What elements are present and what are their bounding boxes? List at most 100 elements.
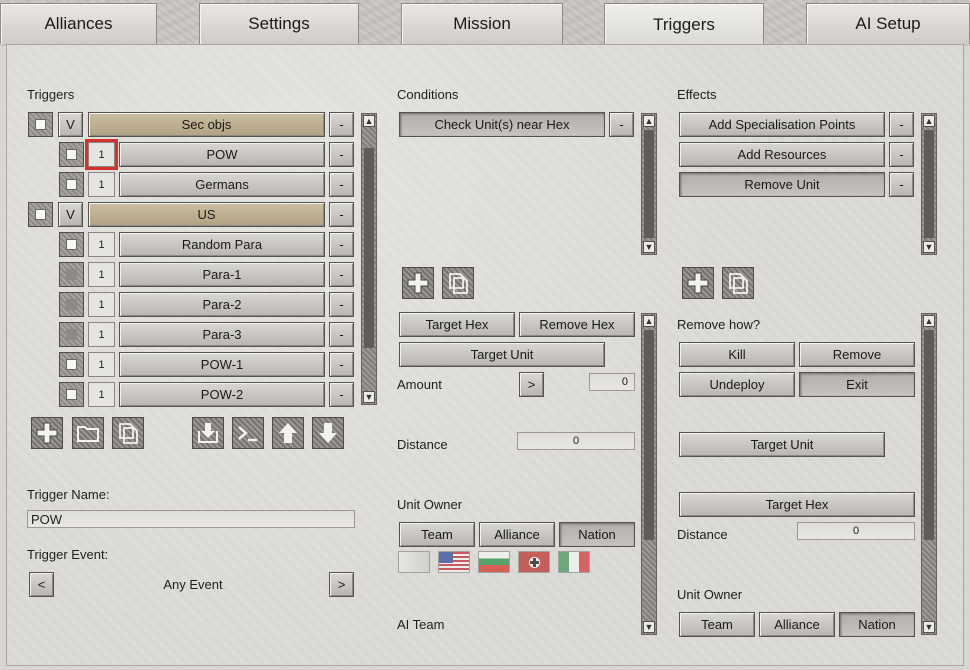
trigger-checkbox[interactable]	[59, 292, 84, 317]
tab-settings[interactable]: Settings	[199, 3, 359, 44]
effect-item[interactable]: Add Resources	[679, 142, 885, 167]
flag-germany-icon[interactable]	[518, 551, 550, 573]
condition-item[interactable]: Check Unit(s) near Hex	[399, 112, 605, 137]
flag-usa-icon[interactable]	[438, 551, 470, 573]
script-trigger-button[interactable]	[232, 417, 264, 449]
trigger-count[interactable]: 1	[88, 262, 115, 287]
effect-item[interactable]: Remove Unit	[679, 172, 885, 197]
trigger-count[interactable]: 1	[88, 352, 115, 377]
remove-hex-button[interactable]: Remove Hex	[519, 312, 635, 337]
effect-target-unit-button[interactable]: Target Unit	[679, 432, 885, 457]
trigger-checkbox[interactable]	[59, 352, 84, 377]
effect-owner-nation-button[interactable]: Nation	[839, 612, 915, 637]
trigger-item-para-2[interactable]: Para-2	[119, 292, 325, 317]
trigger-item-pow-1[interactable]: POW-1	[119, 352, 325, 377]
trigger-checkbox[interactable]	[28, 202, 53, 227]
import-trigger-button[interactable]	[192, 417, 224, 449]
remove-trigger-button[interactable]: -	[329, 142, 354, 167]
scroll-down-icon[interactable]: ▼	[923, 621, 935, 633]
trigger-count[interactable]: 1	[88, 292, 115, 317]
scroll-up-icon[interactable]: ▲	[363, 115, 375, 127]
distance-input[interactable]: 0	[517, 432, 635, 450]
remove-undeploy-button[interactable]: Undeploy	[679, 372, 795, 397]
add-condition-button[interactable]	[402, 267, 434, 299]
effect-owner-alliance-button[interactable]: Alliance	[759, 612, 835, 637]
event-prev-button[interactable]: <	[29, 572, 54, 597]
trigger-group-sec-objs[interactable]: Sec objs	[88, 112, 325, 137]
scroll-up-icon[interactable]: ▲	[923, 115, 935, 127]
owner-alliance-button[interactable]: Alliance	[479, 522, 555, 547]
tab-ai-setup[interactable]: AI Setup	[806, 3, 970, 44]
effect-distance-input[interactable]: 0	[797, 522, 915, 540]
tab-alliances[interactable]: Alliances	[0, 3, 157, 44]
target-hex-button[interactable]: Target Hex	[399, 312, 515, 337]
scrollbar-thumb[interactable]	[924, 130, 934, 238]
trigger-group-us[interactable]: US	[88, 202, 325, 227]
trigger-checkbox[interactable]	[28, 112, 53, 137]
amount-increase-button[interactable]: >	[519, 372, 544, 397]
remove-effect-button[interactable]: -	[889, 112, 914, 137]
tab-triggers[interactable]: Triggers	[604, 3, 764, 45]
flag-neutral-icon[interactable]	[398, 551, 430, 573]
copy-trigger-button[interactable]	[112, 417, 144, 449]
add-trigger-button[interactable]	[31, 417, 63, 449]
effect-owner-team-button[interactable]: Team	[679, 612, 755, 637]
scroll-up-icon[interactable]: ▲	[923, 315, 935, 327]
scrollbar-thumb[interactable]	[644, 130, 654, 238]
add-effect-button[interactable]	[682, 267, 714, 299]
scroll-down-icon[interactable]: ▼	[643, 241, 655, 253]
remove-effect-button[interactable]: -	[889, 172, 914, 197]
trigger-checkbox[interactable]	[59, 322, 84, 347]
trigger-checkbox[interactable]	[59, 382, 84, 407]
scrollbar-thumb[interactable]	[924, 330, 934, 540]
trigger-item-pow[interactable]: POW	[119, 142, 325, 167]
copy-condition-button[interactable]	[442, 267, 474, 299]
trigger-checkbox[interactable]	[59, 262, 84, 287]
remove-trigger-button[interactable]: -	[329, 352, 354, 377]
trigger-checkbox[interactable]	[59, 232, 84, 257]
remove-trigger-button[interactable]: -	[329, 292, 354, 317]
scroll-down-icon[interactable]: ▼	[923, 241, 935, 253]
scroll-up-icon[interactable]: ▲	[643, 115, 655, 127]
triggers-scrollbar[interactable]: ▲ ▼	[361, 113, 377, 405]
remove-trigger-button[interactable]: -	[329, 112, 354, 137]
owner-team-button[interactable]: Team	[399, 522, 475, 547]
amount-input[interactable]: 0	[589, 373, 635, 391]
copy-effect-button[interactable]	[722, 267, 754, 299]
trigger-item-para-3[interactable]: Para-3	[119, 322, 325, 347]
trigger-checkbox[interactable]	[59, 172, 84, 197]
trigger-item-pow-2[interactable]: POW-2	[119, 382, 325, 407]
trigger-count[interactable]: 1	[85, 139, 118, 170]
effects-scrollbar[interactable]: ▲ ▼	[921, 113, 937, 255]
remove-trigger-button[interactable]: -	[329, 202, 354, 227]
remove-trigger-button[interactable]: -	[329, 172, 354, 197]
effect-settings-scrollbar[interactable]: ▲ ▼	[921, 313, 937, 635]
scroll-up-icon[interactable]: ▲	[643, 315, 655, 327]
trigger-item-para-1[interactable]: Para-1	[119, 262, 325, 287]
scroll-down-icon[interactable]: ▼	[363, 391, 375, 403]
remove-trigger-button[interactable]: -	[329, 262, 354, 287]
expand-group-button[interactable]: V	[58, 112, 83, 137]
remove-remove-button[interactable]: Remove	[799, 342, 915, 367]
trigger-item-germans[interactable]: Germans	[119, 172, 325, 197]
scrollbar-thumb[interactable]	[644, 330, 654, 540]
event-next-button[interactable]: >	[329, 572, 354, 597]
remove-condition-button[interactable]: -	[609, 112, 634, 137]
scrollbar-thumb[interactable]	[364, 148, 374, 348]
remove-kill-button[interactable]: Kill	[679, 342, 795, 367]
expand-group-button[interactable]: V	[58, 202, 83, 227]
target-unit-button[interactable]: Target Unit	[399, 342, 605, 367]
remove-trigger-button[interactable]: -	[329, 382, 354, 407]
flag-italy-icon[interactable]	[558, 551, 590, 573]
move-down-button[interactable]	[312, 417, 344, 449]
trigger-name-input[interactable]: POW	[27, 510, 355, 528]
remove-trigger-button[interactable]: -	[329, 232, 354, 257]
remove-effect-button[interactable]: -	[889, 142, 914, 167]
trigger-count[interactable]: 1	[88, 232, 115, 257]
effect-item[interactable]: Add Specialisation Points	[679, 112, 885, 137]
effect-target-hex-button[interactable]: Target Hex	[679, 492, 915, 517]
conditions-scrollbar[interactable]: ▲ ▼	[641, 113, 657, 255]
owner-nation-button[interactable]: Nation	[559, 522, 635, 547]
condition-settings-scrollbar[interactable]: ▲ ▼	[641, 313, 657, 635]
remove-trigger-button[interactable]: -	[329, 322, 354, 347]
